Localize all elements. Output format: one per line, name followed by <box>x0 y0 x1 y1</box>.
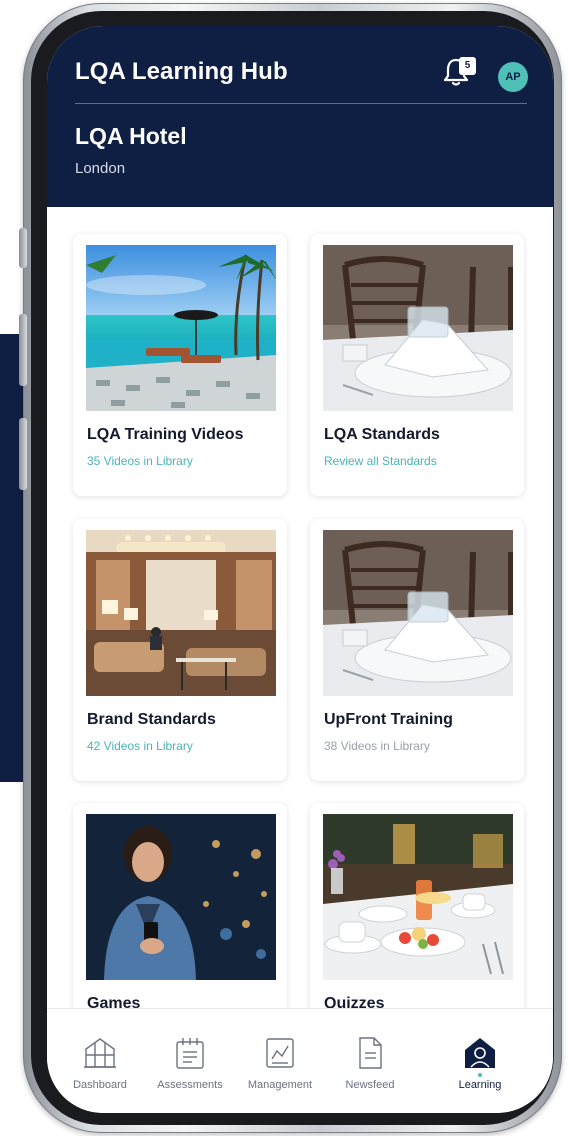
nav-assessments[interactable]: Assessments <box>148 1009 232 1099</box>
app-header: LQA Learning Hub 5 AP LQA Hotel London <box>47 26 553 207</box>
table-setting-image <box>323 530 513 696</box>
nav-label: Dashboard <box>73 1079 127 1091</box>
card-lqa-training-videos[interactable]: LQA Training Videos 35 Videos in Library <box>73 234 287 496</box>
nav-label: Assessments <box>157 1079 223 1091</box>
nav-learning[interactable]: Learning <box>438 1009 522 1099</box>
table-setting-image <box>323 245 513 411</box>
card-title: Brand Standards <box>87 711 216 728</box>
nav-label: Newsfeed <box>345 1079 395 1091</box>
nav-label: Management <box>247 1079 313 1091</box>
card-quizzes[interactable]: Quizzes <box>310 803 524 1008</box>
card-brand-standards[interactable]: Brand Standards 42 Videos in Library <box>73 519 287 781</box>
hotel-name: LQA Hotel <box>75 123 187 149</box>
chart-icon <box>266 1038 294 1068</box>
stage: LQA Learning Hub 5 AP LQA Hotel London L… <box>0 0 570 1136</box>
active-indicator-dot <box>478 1073 482 1077</box>
hotel-city: London <box>75 160 126 177</box>
card-lqa-standards[interactable]: LQA Standards Review all Standards <box>310 234 524 496</box>
card-title: LQA Standards <box>324 426 440 443</box>
breakfast-table-image <box>323 814 513 980</box>
card-subtitle: Review all Standards <box>324 454 437 468</box>
header-divider <box>75 103 527 104</box>
card-subtitle: 42 Videos in Library <box>87 739 193 753</box>
app-title: LQA Learning Hub <box>75 58 288 85</box>
document-icon <box>359 1037 382 1069</box>
nav-management[interactable]: Management <box>238 1009 322 1099</box>
beach-resort-pool-image <box>86 245 276 411</box>
building-icon <box>84 1038 116 1068</box>
app-screen: LQA Learning Hub 5 AP LQA Hotel London L… <box>47 26 553 1113</box>
calendar-icon <box>176 1038 204 1069</box>
bottom-nav: Dashboard Assessments Management Newsfee… <box>47 1008 553 1113</box>
nav-newsfeed[interactable]: Newsfeed <box>328 1009 412 1099</box>
phone-volume-down-button <box>19 418 27 490</box>
woman-with-phone-image <box>86 814 276 980</box>
card-title: Games <box>87 995 141 1008</box>
user-avatar[interactable]: AP <box>498 62 528 92</box>
nav-dashboard[interactable]: Dashboard <box>58 1009 142 1099</box>
card-title: Quizzes <box>324 995 385 1008</box>
hotel-lobby-image <box>86 530 276 696</box>
card-title: UpFront Training <box>324 711 453 728</box>
card-games[interactable]: Games <box>73 803 287 1008</box>
card-upfront-training[interactable]: UpFront Training 38 Videos in Library <box>310 519 524 781</box>
phone-silent-switch <box>19 228 27 268</box>
card-title: LQA Training Videos <box>87 426 244 443</box>
learning-grid: LQA Training Videos 35 Videos in Library <box>47 207 553 1008</box>
card-subtitle: 35 Videos in Library <box>87 454 193 468</box>
nav-label: Learning <box>458 1079 502 1091</box>
phone-volume-up-button <box>19 314 27 386</box>
learning-icon <box>465 1038 495 1068</box>
card-subtitle: 38 Videos in Library <box>324 739 430 753</box>
notification-badge: 5 <box>459 57 476 75</box>
